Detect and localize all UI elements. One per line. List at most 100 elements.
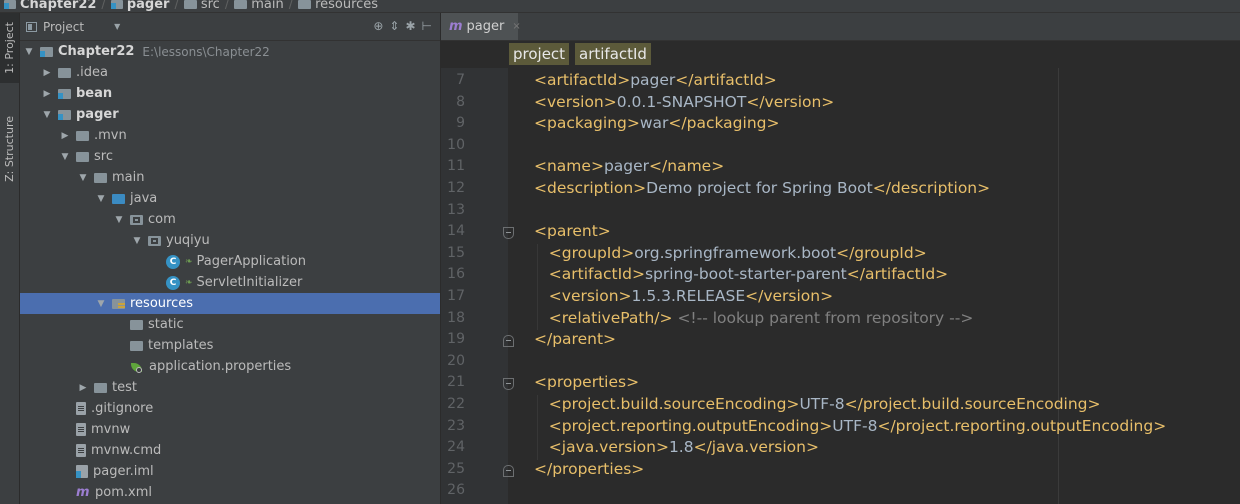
tree-item-main[interactable]: ▼ main (20, 167, 440, 188)
tree-item-label: ServletInitializer (196, 275, 303, 290)
collapsed-arrow-icon[interactable]: ▶ (42, 89, 52, 99)
editor-tab-pager[interactable]: m pager × (441, 13, 521, 40)
collapsed-arrow-icon[interactable]: ▶ (60, 131, 70, 141)
folder-icon (234, 0, 248, 9)
folder-icon (130, 319, 143, 330)
code-editor[interactable]: <artifactId>pager</artifactId> <version>0… (509, 68, 1240, 504)
expanded-arrow-icon[interactable]: ▼ (78, 173, 88, 183)
tree-item-label: PagerApplication (196, 254, 306, 269)
tree-item-static[interactable]: static (20, 314, 440, 335)
collapse-icon[interactable]: ⇕ (389, 19, 399, 33)
structure-tool-tab[interactable]: Z: Structure (0, 103, 19, 195)
tree-item-bean[interactable]: ▶ bean (20, 83, 440, 104)
expanded-arrow-icon[interactable]: ▼ (24, 47, 34, 57)
project-panel-header: Project ▼ ⊕ ⇕ ✱ ⊢ (20, 13, 440, 41)
tree-item-resources[interactable]: ▼ resources (20, 293, 440, 314)
gear-icon[interactable]: ✱ (405, 19, 415, 33)
tree-item-label: .gitignore (91, 401, 154, 416)
line-number: 12 (447, 180, 465, 196)
tree-item-mvn[interactable]: ▶ .mvn (20, 125, 440, 146)
code-line: <artifactId>pager</artifactId> (534, 71, 777, 89)
expanded-arrow-icon[interactable]: ▼ (42, 110, 52, 120)
line-number: 11 (447, 158, 465, 175)
line-number: 25 (447, 460, 465, 477)
target-icon[interactable]: ⊕ (373, 19, 383, 33)
tree-item-label: pager (76, 107, 119, 122)
breadcrumb-chapter22[interactable]: Chapter22 (4, 0, 96, 12)
breadcrumb-main[interactable]: / main (220, 0, 284, 12)
breadcrumb-project[interactable]: project (509, 43, 570, 65)
tree-item-java[interactable]: ▼ java (20, 188, 440, 209)
spring-leaf-icon: ❧ (185, 277, 193, 288)
spring-leaf-icon: ❧ (185, 256, 193, 267)
project-view-selector[interactable]: Project (43, 20, 84, 34)
tree-item-mvnw[interactable]: mvnw (20, 419, 440, 440)
expanded-arrow-icon[interactable]: ▼ (96, 194, 106, 204)
folder-icon (298, 0, 312, 9)
project-tool-tab[interactable]: 1: Project (0, 13, 19, 83)
resources-folder-icon (112, 298, 125, 309)
tree-item-pom-xml[interactable]: m pom.xml (20, 482, 440, 503)
line-number: 13 (447, 201, 465, 218)
tree-item-gitignore[interactable]: .gitignore (20, 398, 440, 419)
tree-item-mvnw-cmd[interactable]: mvnw.cmd (20, 440, 440, 461)
line-number: 18 (447, 309, 465, 326)
indent-guide (537, 243, 538, 331)
expanded-arrow-icon[interactable]: ▼ (60, 152, 70, 162)
breadcrumb-pager[interactable]: / pager (96, 0, 169, 12)
tree-item-yuqiyu[interactable]: ▼ yuqiyu (20, 230, 440, 251)
folder-icon (130, 340, 143, 351)
code-line: <project.build.sourceEncoding>UTF-8</pro… (548, 395, 1101, 413)
expanded-arrow-icon[interactable]: ▼ (114, 215, 124, 225)
editor-tab-label: pager (466, 19, 505, 34)
expanded-arrow-icon[interactable]: ▼ (132, 236, 142, 246)
tree-item-label: application.properties (149, 359, 292, 374)
module-icon (4, 0, 16, 9)
close-icon[interactable]: × (512, 21, 520, 32)
tree-item-label: mvnw (91, 422, 131, 437)
code-line: <java.version>1.8</java.version> (548, 438, 819, 457)
package-icon (148, 235, 161, 246)
line-number: 17 (447, 288, 465, 304)
hide-icon[interactable]: ⊢ (422, 19, 432, 33)
file-icon (76, 402, 86, 415)
tree-item-label: test (112, 380, 137, 395)
collapsed-arrow-icon[interactable]: ▶ (78, 383, 88, 393)
tree-item-pagerapplication[interactable]: C ❧ PagerApplication (20, 251, 440, 272)
breadcrumb-label: main (251, 0, 284, 12)
tree-item-label: java (130, 191, 158, 206)
tree-item-pager[interactable]: ▼ pager (20, 104, 440, 125)
tree-item-application-properties[interactable]: application.properties (20, 356, 440, 377)
tree-item-chapter22[interactable]: ▼ Chapter22 E:\lessons\Chapter22 (20, 41, 440, 62)
tree-item-path: E:\lessons\Chapter22 (142, 44, 270, 59)
breadcrumb-src[interactable]: / src (169, 0, 220, 12)
structure-tool-tab-label: Z: Structure (3, 116, 16, 182)
tree-item-label: src (94, 149, 113, 164)
editor-tab-bar: m pager × (441, 13, 1240, 41)
tree-item-servletinitializer[interactable]: C ❧ ServletInitializer (20, 272, 440, 293)
tree-item-label: bean (76, 86, 113, 101)
breadcrumb-resources[interactable]: / resources (284, 0, 378, 12)
breadcrumb-separator: / (224, 0, 230, 12)
line-number: 10 (447, 136, 465, 153)
breadcrumb-artifactId[interactable]: artifactId (575, 43, 651, 65)
folder-icon (76, 130, 89, 141)
chevron-down-icon[interactable]: ▼ (114, 22, 120, 31)
expanded-arrow-icon[interactable]: ▼ (96, 299, 106, 309)
folder-icon (58, 67, 71, 78)
tree-item-templates[interactable]: templates (20, 335, 440, 356)
tree-item-src[interactable]: ▼ src (20, 146, 440, 167)
maven-file-icon: m (449, 19, 463, 34)
tree-item-label: .idea (76, 65, 108, 80)
collapsed-arrow-icon[interactable]: ▶ (42, 68, 52, 78)
tree-item-pager-iml[interactable]: pager.iml (20, 461, 440, 482)
tree-item-idea[interactable]: ▶ .idea (20, 62, 440, 83)
code-line: </properties> (534, 459, 645, 478)
code-line: <description>Demo project for Spring Boo… (534, 179, 991, 197)
code-line: <relativePath/> <!-- lookup parent from … (548, 308, 974, 327)
tree-item-com[interactable]: ▼ com (20, 209, 440, 230)
line-number-gutter: 7 8 9 10 11 12 13 14 15 16 17 18 19 20 21 22 23 24 25 26 (441, 68, 508, 504)
tree-item-test[interactable]: ▶ test (20, 377, 440, 398)
tree-item-label: pom.xml (95, 485, 152, 500)
module-folder-icon (58, 109, 71, 120)
